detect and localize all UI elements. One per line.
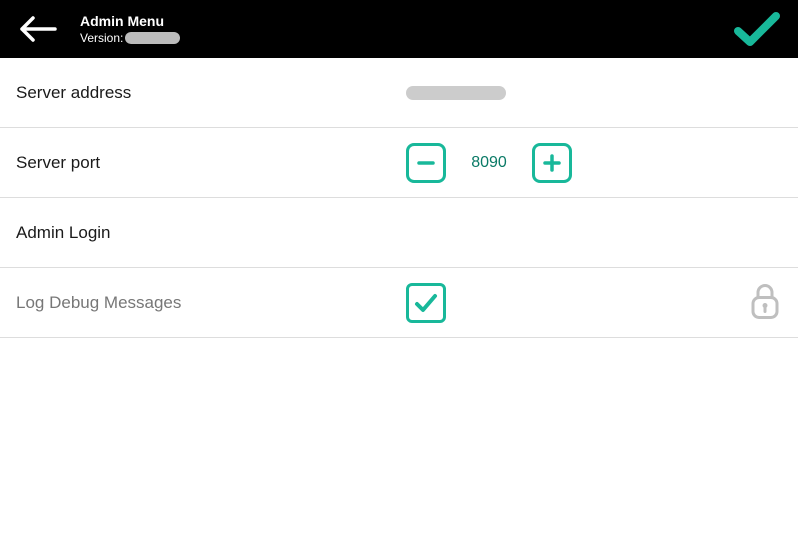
- row-server-port: Server port 8090: [0, 128, 798, 198]
- version-value-redacted: [125, 32, 180, 44]
- server-port-value: 8090: [464, 154, 514, 172]
- server-address-label: Server address: [16, 83, 406, 103]
- back-button[interactable]: [16, 7, 60, 51]
- server-address-value-area: [406, 86, 506, 100]
- log-debug-controls: [406, 283, 446, 323]
- decrement-button[interactable]: [406, 143, 446, 183]
- version-label: Version:: [80, 31, 123, 45]
- header: Admin Menu Version:: [0, 0, 798, 58]
- row-admin-login[interactable]: Admin Login: [0, 198, 798, 268]
- check-icon: [734, 11, 780, 47]
- version-line: Version:: [80, 31, 180, 45]
- minus-icon: [416, 153, 436, 173]
- page-title: Admin Menu: [80, 13, 180, 29]
- server-address-value-redacted: [406, 86, 506, 100]
- server-port-stepper: 8090: [406, 143, 572, 183]
- lock-icon: [750, 281, 780, 324]
- increment-button[interactable]: [532, 143, 572, 183]
- header-text: Admin Menu Version:: [80, 13, 180, 45]
- plus-icon: [542, 153, 562, 173]
- confirm-button[interactable]: [732, 4, 782, 54]
- admin-login-label: Admin Login: [16, 223, 406, 243]
- server-port-label: Server port: [16, 153, 406, 173]
- row-log-debug: Log Debug Messages: [0, 268, 798, 338]
- log-debug-checkbox[interactable]: [406, 283, 446, 323]
- checkmark-icon: [413, 290, 439, 316]
- row-server-address[interactable]: Server address: [0, 58, 798, 128]
- arrow-left-icon: [19, 16, 57, 42]
- log-debug-label: Log Debug Messages: [16, 293, 406, 313]
